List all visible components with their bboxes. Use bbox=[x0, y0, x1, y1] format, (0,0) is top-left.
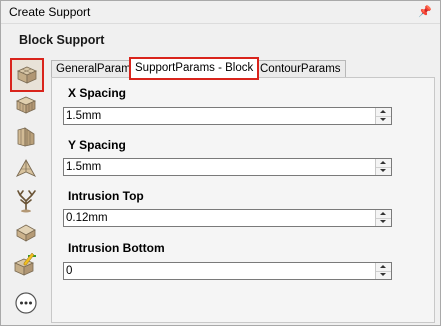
lattice-support-button[interactable] bbox=[10, 90, 42, 120]
intrusion-top-input[interactable] bbox=[66, 210, 366, 226]
intrusion-bottom-field[interactable] bbox=[63, 262, 392, 280]
y-spacing-field[interactable] bbox=[63, 158, 392, 176]
point-support-icon bbox=[15, 159, 37, 177]
intrusion-top-field[interactable] bbox=[63, 209, 392, 227]
tab-contour-params[interactable]: ContourParams bbox=[255, 60, 346, 77]
x-spacing-label: X Spacing bbox=[68, 86, 127, 100]
line-support-icon bbox=[17, 127, 35, 147]
more-options-button[interactable] bbox=[10, 288, 42, 318]
y-spacing-input[interactable] bbox=[66, 159, 366, 175]
pin-icon[interactable]: 📌 bbox=[418, 5, 432, 18]
edit-support-icon bbox=[14, 253, 36, 276]
decrement-icon[interactable] bbox=[376, 271, 391, 279]
tab-support-params-block[interactable]: SupportParams - Block bbox=[129, 57, 260, 80]
title-bar: Create Support 📌 bbox=[1, 1, 440, 24]
block-support-button[interactable] bbox=[10, 58, 44, 92]
x-spacing-input[interactable] bbox=[66, 108, 366, 124]
y-spacing-spinner[interactable] bbox=[375, 159, 391, 175]
x-spacing-spinner[interactable] bbox=[375, 108, 391, 124]
header-title: Block Support bbox=[19, 33, 105, 47]
intrusion-top-spinner[interactable] bbox=[375, 210, 391, 226]
edit-support-button[interactable] bbox=[10, 250, 42, 280]
y-spacing-label: Y Spacing bbox=[68, 138, 126, 152]
intrusion-bottom-label: Intrusion Bottom bbox=[68, 241, 165, 255]
cone-support-button[interactable] bbox=[10, 218, 42, 248]
line-support-button[interactable] bbox=[10, 122, 42, 152]
tab-general-params[interactable]: GeneralParams bbox=[51, 60, 142, 77]
cone-support-icon bbox=[16, 224, 36, 242]
decrement-icon[interactable] bbox=[376, 218, 391, 226]
support-params-panel: X Spacing Y Spacing Intrusion Top Intr bbox=[51, 77, 435, 323]
decrement-icon[interactable] bbox=[376, 167, 391, 175]
more-options-icon bbox=[15, 292, 37, 314]
decrement-icon[interactable] bbox=[376, 116, 391, 124]
lattice-support-icon bbox=[16, 96, 36, 114]
block-support-icon bbox=[17, 66, 37, 84]
intrusion-bottom-spinner[interactable] bbox=[375, 263, 391, 279]
section-header: Block Support bbox=[1, 24, 440, 54]
create-support-window: Create Support 📌 Block Support GeneralPa… bbox=[0, 0, 441, 326]
support-type-toolbar bbox=[7, 56, 49, 324]
intrusion-top-label: Intrusion Top bbox=[68, 189, 144, 203]
x-spacing-field[interactable] bbox=[63, 107, 392, 125]
window-title: Create Support bbox=[9, 5, 91, 19]
point-support-button[interactable] bbox=[10, 154, 42, 184]
tree-support-icon bbox=[17, 190, 36, 213]
intrusion-bottom-input[interactable] bbox=[66, 263, 366, 279]
tree-support-button[interactable] bbox=[10, 186, 42, 216]
